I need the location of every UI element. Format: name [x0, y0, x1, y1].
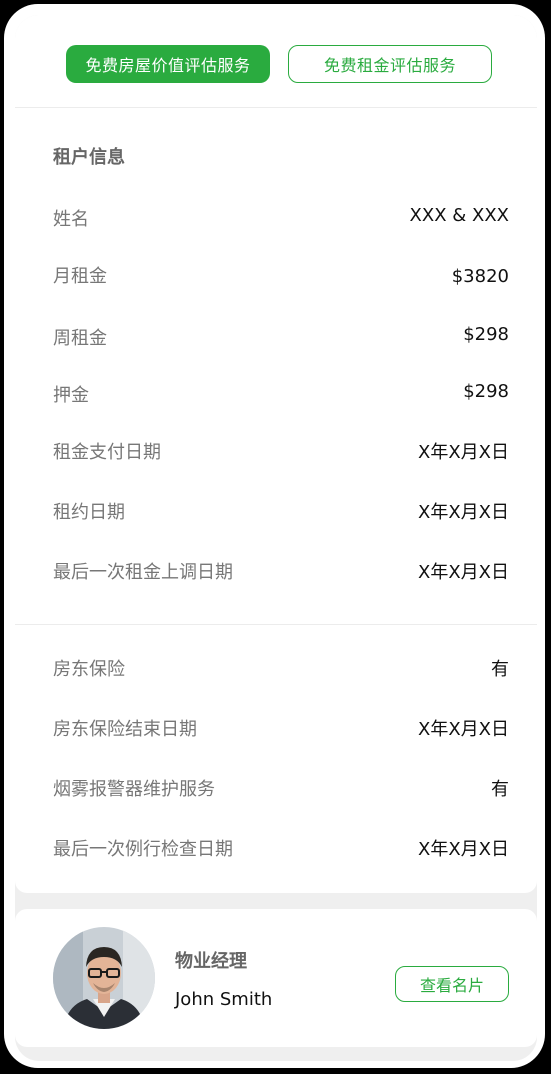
tenant-row-lease-date: 租约日期 X年X月X日: [53, 498, 509, 528]
row-value: X年X月X日: [418, 719, 509, 740]
header-divider: [15, 107, 537, 108]
section-divider: [15, 624, 537, 625]
row-value: 有: [491, 779, 509, 800]
row-value: X年X月X日: [418, 839, 509, 860]
phone-frame: 免费房屋价值评估服务 免费租金评估服务 租户信息 姓名 XXX & XXX 月租…: [4, 4, 545, 1068]
row-value: X年X月X日: [418, 562, 509, 583]
tenant-info-title: 租户信息: [53, 147, 125, 168]
tenant-row-name: 姓名 XXX & XXX: [53, 205, 509, 235]
manager-name: John Smith: [175, 989, 273, 1010]
avatar: [53, 927, 155, 1029]
free-rent-appraisal-button[interactable]: 免费租金评估服务: [288, 45, 492, 83]
row-value: XXX & XXX: [409, 205, 509, 226]
tenant-row-monthly-rent: 月租金 $3820: [53, 262, 509, 292]
row-value: $3820: [451, 266, 509, 287]
property-row-smoke-alarm-service: 烟雾报警器维护服务 有: [53, 775, 509, 805]
row-label: 最后一次租金上调日期: [53, 562, 233, 583]
info-card: 免费房屋价值评估服务 免费租金评估服务 租户信息 姓名 XXX & XXX 月租…: [15, 15, 537, 893]
row-label: 月租金: [53, 266, 107, 287]
row-label: 姓名: [53, 209, 89, 230]
row-label: 租金支付日期: [53, 442, 161, 463]
manager-role-label: 物业经理: [175, 951, 247, 972]
row-label: 房东保险: [53, 659, 125, 680]
row-label: 最后一次例行检查日期: [53, 839, 233, 860]
row-label: 周租金: [53, 328, 107, 349]
tenant-row-last-rent-increase: 最后一次租金上调日期 X年X月X日: [53, 558, 509, 588]
manager-photo-icon: [53, 927, 155, 1029]
property-row-insurance-end-date: 房东保险结束日期 X年X月X日: [53, 715, 509, 745]
view-business-card-button[interactable]: 查看名片: [395, 966, 509, 1002]
row-value: X年X月X日: [418, 442, 509, 463]
app-screen: 免费房屋价值评估服务 免费租金评估服务 租户信息 姓名 XXX & XXX 月租…: [15, 15, 537, 1061]
row-label: 房东保险结束日期: [53, 719, 197, 740]
row-value: $298: [463, 324, 509, 345]
tenant-row-weekly-rent: 周租金 $298: [53, 324, 509, 354]
row-value: 有: [491, 659, 509, 680]
row-label: 租约日期: [53, 502, 125, 523]
row-label: 烟雾报警器维护服务: [53, 779, 215, 800]
property-manager-card: 物业经理 John Smith 查看名片: [15, 909, 537, 1047]
free-home-valuation-button[interactable]: 免费房屋价值评估服务: [66, 45, 270, 83]
property-row-landlord-insurance: 房东保险 有: [53, 655, 509, 685]
property-row-last-inspection-date: 最后一次例行检查日期 X年X月X日: [53, 835, 509, 865]
service-button-row: 免费房屋价值评估服务 免费租金评估服务: [15, 45, 537, 85]
row-label: 押金: [53, 385, 89, 406]
tenant-row-deposit: 押金 $298: [53, 381, 509, 411]
row-value: X年X月X日: [418, 502, 509, 523]
tenant-row-rent-payment-date: 租金支付日期 X年X月X日: [53, 438, 509, 468]
row-value: $298: [463, 381, 509, 402]
